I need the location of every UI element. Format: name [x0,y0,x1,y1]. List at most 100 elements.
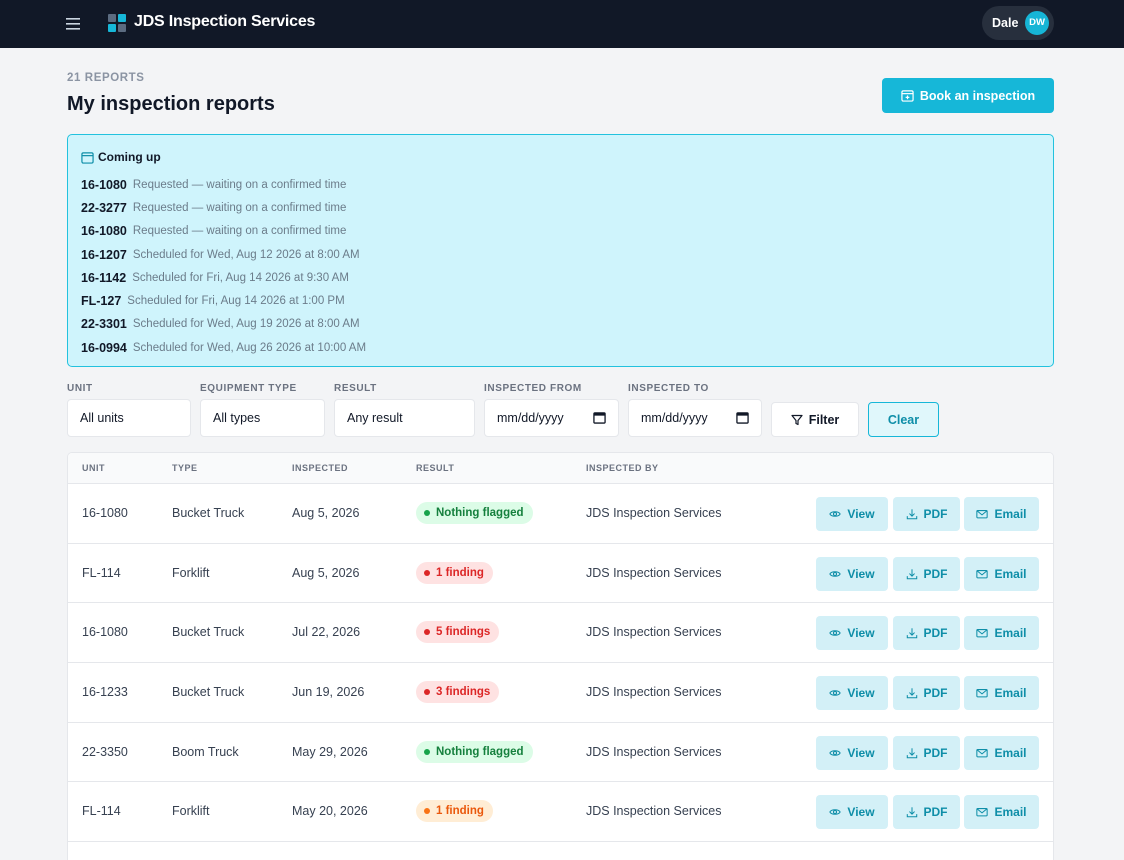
inspected-date-cell: Aug 5, 2026 [292,565,360,580]
result-filter-label: RESULT [334,383,377,394]
column-header-inspected-by: INSPECTED BY [586,463,659,473]
calendar-icon [81,151,94,164]
inspected-to-date[interactable]: mm/dd/yyyy [628,399,762,437]
user-name: Dale [992,16,1019,30]
coming-up-status: Requested — waiting on a confirmed time [132,178,347,191]
result-badge: 1 finding [416,800,493,823]
download-icon [906,806,918,818]
clear-button[interactable]: Clear [868,402,939,437]
unit-cell: FL-114 [82,565,121,580]
eye-icon [829,627,842,639]
pdf-button[interactable]: PDF [893,795,960,830]
result-text: Nothing flagged [436,745,524,758]
result-text: Nothing flagged [436,507,524,519]
calendar-icon[interactable] [593,411,606,424]
status-dot [424,689,430,696]
result-badge: 5 findings [416,621,500,644]
coming-up-unit: 16-1207 [81,247,127,262]
pdf-button[interactable]: PDF [893,556,960,591]
status-dot [424,510,430,516]
inspected-by-cell: JDS Inspection Services [586,506,722,520]
view-button[interactable]: View [816,735,888,770]
coming-up-item: 16-1207 Scheduled for Wed, Aug 12 2026 at… [81,243,366,266]
result-badge: Nothing flagged [416,502,533,524]
coming-up-unit: 16-1080 [81,177,127,192]
mail-icon [976,806,989,818]
status-dot [424,808,430,815]
view-label: View [847,566,875,581]
email-button[interactable]: Email [964,497,1039,531]
download-icon [906,747,918,759]
download-icon [906,627,918,639]
coming-up-unit: 16-1142 [81,270,127,285]
email-label: Email [994,566,1027,581]
coming-up-title: Coming up [98,150,161,164]
inspected-from-placeholder: mm/dd/yyyy [497,411,564,425]
equipment-filter-label: EQUIPMENT TYPE [200,383,297,394]
download-icon [906,568,918,580]
coming-up-unit: 16-1080 [81,224,127,239]
user-menu[interactable]: Dale DW [982,6,1054,40]
coming-up-unit: 22-3301 [81,317,127,332]
mail-icon [976,627,989,639]
coming-up-status: Requested — waiting on a confirmed time [132,201,347,214]
email-button[interactable]: Email [964,795,1039,830]
unit-select[interactable]: All units [67,399,191,437]
inspected-date-cell: May 20, 2026 [292,804,368,819]
equipment-type-select[interactable]: All types [200,399,325,437]
view-button[interactable]: View [816,497,888,531]
result-text: 1 finding [436,566,484,579]
filter-button-label: Filter [808,412,840,427]
logo-square-1 [108,14,116,22]
result-select[interactable]: Any result [334,399,475,437]
email-label: Email [994,507,1027,521]
inspected-date-cell: May 29, 2026 [292,744,368,759]
column-header-unit: UNIT [82,463,105,473]
filter-button[interactable]: Filter [771,402,859,437]
view-button[interactable]: View [816,556,888,591]
coming-up-unit: FL-127 [81,294,122,309]
type-cell: Bucket Truck [172,625,245,640]
menu-icon[interactable] [66,14,90,34]
type-cell: Forklift [172,804,210,819]
view-label: View [847,805,875,820]
pdf-button[interactable]: PDF [893,735,960,770]
email-label: Email [994,745,1027,760]
coming-up-item: 16-1142 Scheduled for Fri, Aug 14 2026 at… [81,266,366,289]
coming-up-header: Coming up [81,150,161,164]
inspected-from-label: INSPECTED FROM [484,383,582,394]
email-button[interactable]: Email [964,735,1039,770]
inspected-by-cell: JDS Inspection Services [586,565,722,580]
mail-icon [976,508,989,520]
view-label: View [847,507,875,521]
inspected-from-date[interactable]: mm/dd/yyyy [484,399,619,437]
inspected-to-label: INSPECTED TO [628,383,709,394]
result-badge: 1 finding [416,561,493,584]
view-button[interactable]: View [816,616,888,651]
pdf-button[interactable]: PDF [893,676,960,711]
email-button[interactable]: Email [964,616,1039,651]
view-button[interactable]: View [816,676,888,711]
view-button[interactable]: View [816,795,888,830]
email-button[interactable]: Email [964,556,1039,591]
table-row: 16-1080 Bucket Truck Aug 5, 2026 Nothing fl… [68,484,1053,544]
brand-title[interactable]: JDS Inspection Services [134,13,315,31]
logo-square-4 [118,24,126,32]
page-title: My inspection reports [67,93,275,115]
calendar-plus-icon [901,90,914,102]
pdf-label: PDF [923,805,948,820]
email-button[interactable]: Email [964,676,1039,711]
inspected-by-cell: JDS Inspection Services [586,685,722,700]
view-label: View [847,686,875,701]
status-dot [424,569,430,576]
status-dot [424,748,430,755]
book-inspection-button[interactable]: Book an inspection [882,78,1054,113]
calendar-icon[interactable] [736,411,749,424]
type-cell: Bucket Truck [172,685,245,700]
coming-up-status: Scheduled for Wed, Aug 12 2026 at 8:00 A… [132,248,360,261]
column-header-type: TYPE [172,463,198,473]
mail-icon [976,568,989,580]
pdf-button[interactable]: PDF [893,616,960,651]
inspected-date-cell: Jul 22, 2026 [292,625,361,640]
pdf-button[interactable]: PDF [893,497,960,531]
